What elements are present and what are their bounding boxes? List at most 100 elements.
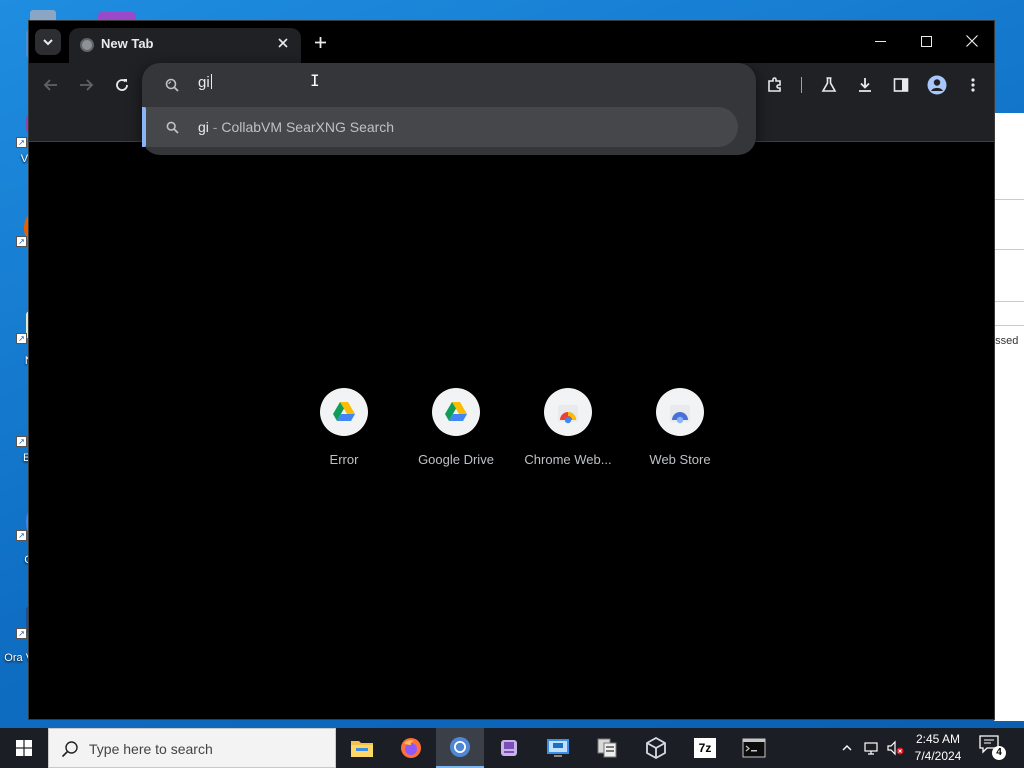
divider <box>995 325 1024 326</box>
toolbar-separator <box>801 77 802 93</box>
maximize-icon <box>920 35 932 47</box>
shortcut-arrow-icon: ↗ <box>16 137 27 148</box>
close-window-button[interactable] <box>949 21 995 61</box>
clock-date: 7/4/2024 <box>914 749 962 763</box>
taskbar-network-tool[interactable] <box>583 728 631 768</box>
suggestion-separator: - <box>212 119 218 135</box>
chevron-up-icon <box>842 745 852 751</box>
reload-icon <box>116 79 128 91</box>
taskbar-virtualbox[interactable] <box>632 728 680 768</box>
shortcut-label: Error <box>329 452 359 467</box>
labs-button[interactable] <box>815 71 843 99</box>
taskbar: Type here to search 7z 2:45 AM 7/4/2024 <box>0 728 1024 768</box>
taskbar-terminal[interactable] <box>730 728 778 768</box>
firefox-icon <box>401 738 421 758</box>
suggestion-text: gi - CollabVM SearXNG Search <box>198 119 394 135</box>
omnibox-input[interactable]: gi <box>198 74 212 91</box>
menu-button[interactable] <box>959 71 987 99</box>
volume-muted-icon <box>887 740 904 756</box>
new-tab-button[interactable] <box>309 31 331 53</box>
app-icon <box>501 740 517 756</box>
extensions-button[interactable] <box>761 71 789 99</box>
shortcut-label: Chrome Web... <box>524 452 612 467</box>
7zip-icon: 7z <box>694 738 716 758</box>
show-hidden-icons-button[interactable] <box>838 728 856 768</box>
google-drive-icon <box>445 402 467 421</box>
shortcut-error[interactable]: Error <box>288 388 400 478</box>
chevron-down-icon <box>43 39 53 46</box>
taskbar-firefox[interactable] <box>387 728 435 768</box>
taskbar-app[interactable] <box>485 728 533 768</box>
taskbar-remote-desktop[interactable] <box>534 728 582 768</box>
taskbar-search-placeholder: Type here to search <box>89 741 213 757</box>
side-panel-icon <box>893 78 909 92</box>
virtualbox-icon <box>646 737 666 759</box>
divider <box>995 199 1024 200</box>
background-window[interactable]: essed <box>989 113 1024 721</box>
back-button[interactable] <box>37 71 65 99</box>
suggestion-query: gi <box>198 119 209 135</box>
suggestion-engine: CollabVM SearXNG Search <box>221 119 395 135</box>
arrow-left-icon <box>43 79 57 91</box>
omnibox-suggestion[interactable]: gi - CollabVM SearXNG Search <box>142 107 738 147</box>
network-status-button[interactable] <box>860 728 882 768</box>
notification-center-button[interactable]: 4 <box>978 734 1010 762</box>
chrome-web-store-icon <box>558 405 578 424</box>
shortcut-arrow-icon: ↗ <box>16 436 27 447</box>
tab-title: New Tab <box>101 36 154 51</box>
tab-new-tab[interactable]: New Tab <box>69 28 301 63</box>
windows-logo-icon <box>16 740 32 756</box>
browser-window: New Tab gi gi - CollabVM SearXNG Search … <box>28 20 995 720</box>
shortcut-chrome-web-store[interactable]: Chrome Web... <box>512 388 624 478</box>
clock-time: 2:45 AM <box>915 732 961 746</box>
search-icon <box>166 121 179 134</box>
tab-close-button[interactable] <box>274 34 292 52</box>
volume-button[interactable] <box>884 728 906 768</box>
shortcut-web-store[interactable]: Web Store <box>624 388 736 478</box>
minimize-button[interactable] <box>857 21 903 61</box>
suggestion-selection-bar <box>142 107 146 147</box>
close-icon <box>966 35 978 47</box>
shortcut-arrow-icon: ↗ <box>16 530 27 541</box>
taskbar-file-explorer[interactable] <box>338 728 386 768</box>
text-caret <box>210 74 212 89</box>
profile-avatar-icon <box>927 75 947 95</box>
forward-button[interactable] <box>72 71 100 99</box>
file-explorer-icon <box>351 741 373 757</box>
terminal-icon <box>742 738 766 758</box>
side-panel-button[interactable] <box>887 71 915 99</box>
shortcut-icon-circle <box>544 388 592 436</box>
divider <box>995 249 1024 250</box>
puzzle-icon <box>768 77 781 92</box>
shortcut-google-drive[interactable]: Google Drive <box>400 388 512 478</box>
maximize-button[interactable] <box>903 21 949 61</box>
remote-desktop-icon <box>547 739 569 757</box>
new-tab-favicon-icon <box>80 38 94 52</box>
web-store-icon <box>670 405 690 424</box>
title-bar[interactable]: New Tab <box>29 21 994 63</box>
shortcut-icon-circle <box>656 388 704 436</box>
minimize-icon <box>874 40 886 42</box>
omnibox-input-icon <box>164 77 180 93</box>
taskbar-clock[interactable]: 2:45 AM 7/4/2024 <box>908 731 968 765</box>
taskbar-search-box[interactable]: Type here to search <box>48 728 336 768</box>
taskbar-chrome[interactable] <box>436 728 484 768</box>
downloads-button[interactable] <box>851 71 879 99</box>
shortcut-arrow-icon: ↗ <box>16 333 27 344</box>
shortcut-icon-circle <box>432 388 480 436</box>
google-drive-icon <box>333 402 355 421</box>
searxng-icon <box>165 78 179 92</box>
arrow-right-icon <box>80 79 94 91</box>
start-button[interactable] <box>0 728 48 768</box>
tab-search-button[interactable] <box>35 29 61 55</box>
network-icon <box>597 738 617 758</box>
omnibox-input-text: gi <box>198 74 210 91</box>
profile-button[interactable] <box>923 71 951 99</box>
shortcut-arrow-icon: ↗ <box>16 236 27 247</box>
reload-button[interactable] <box>108 71 136 99</box>
shortcut-label: Google Drive <box>418 452 494 467</box>
text-cursor-icon: I <box>310 71 320 90</box>
notification-count-badge: 4 <box>992 746 1006 760</box>
taskbar-7zip[interactable]: 7z <box>681 728 729 768</box>
shortcut-arrow-icon: ↗ <box>16 628 27 639</box>
